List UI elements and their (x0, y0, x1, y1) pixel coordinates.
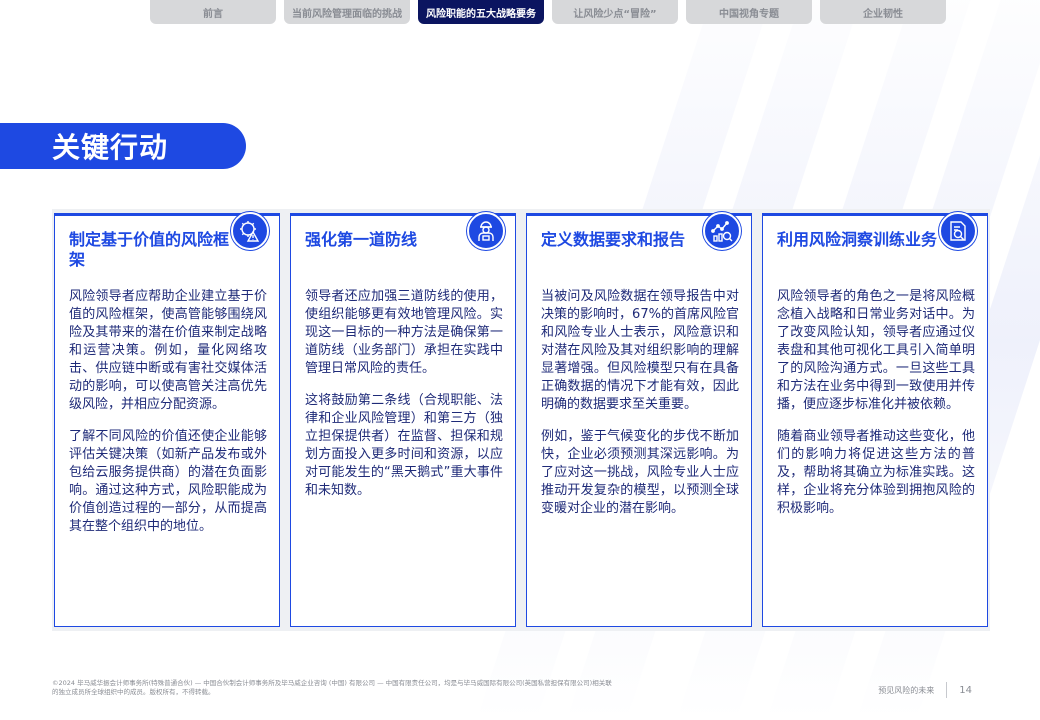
footer-page-info: 预见风险的未来 14 (878, 682, 972, 698)
card-paragraph: 领导者还应加强三道防线的使用，使组织能够更有效地管理风险。实现这一目标的一种方法… (305, 289, 503, 376)
card-first-line-of-defense: 强化第一道防线 领导者还应加强三道防线的使用，使组织能够更有效地管理风险。实现这… (290, 212, 516, 627)
section-heading: 关键行动 (52, 131, 169, 164)
card-value-based-framework: 制定基于价值的风险框架 风险领导者应帮助企业建立基于价值的风险框架，使高管能够围… (54, 212, 280, 627)
tab-current-challenges[interactable]: 当前风险管理面临的挑战 (284, 0, 410, 24)
card-paragraph: 风险领导者应帮助企业建立基于价值的风险框架，使高管能够围绕风险及其带来的潜在价值… (69, 289, 267, 412)
card-train-business-with-insights: 利用风险洞察训练业务 风险领导者的角色之一是将风险概念植入战略和日常业务对话中。… (762, 212, 988, 627)
card-title: 强化第一道防线 (305, 230, 418, 249)
tab-china-perspective[interactable]: 中国视角专题 (686, 0, 812, 24)
top-nav-tabs: 前言 当前风险管理面临的挑战 风险职能的五大战略要务 让风险少点“冒险” 中国视… (150, 0, 1000, 24)
key-actions-cards: 制定基于价值的风险框架 风险领导者应帮助企业建立基于价值的风险框架，使高管能够围… (52, 209, 990, 631)
page-number: 14 (959, 684, 972, 696)
document-search-icon (939, 212, 977, 250)
card-title: 利用风险洞察训练业务 (777, 230, 938, 249)
card-paragraph: 例如，鉴于气候变化的步伐不断加快，企业必须预测其深远影响。为了应对这一挑战，风险… (541, 429, 739, 516)
report-title: 预见风险的未来 (878, 685, 935, 695)
card-paragraph: 这将鼓励第二条线（合规职能、法律和企业风险管理）和第三方（独立担保提供者）在监督… (305, 393, 503, 498)
card-title: 制定基于价值的风险框架 (69, 230, 230, 269)
card-paragraph: 随着商业领导者推动这些变化，他们的影响力将促进这些方法的普及，帮助将其确立为标准… (777, 429, 975, 516)
card-data-requirements: 定义数据要求和报告 当被问及风险数据在领导报告中对决策的影响时，67%的首席风险… (526, 212, 752, 627)
card-paragraph: 了解不同风险的价值还使企业能够评估关键决策（如新产品发布或外包给云服务提供商）的… (69, 429, 267, 534)
footer-legal-text: ©2024 毕马威华振会计师事务所(特殊普通合伙) — 中国合伙制会计师事务所及… (52, 679, 612, 696)
data-chart-icon (703, 212, 741, 250)
card-paragraph: 风险领导者的角色之一是将风险概念植入战略和日常业务对话中。为了改变风险认知，领导… (777, 289, 975, 412)
tab-five-strategic-imperatives[interactable]: 风险职能的五大战略要务 (418, 0, 544, 24)
gear-warning-icon (231, 212, 269, 250)
footer-divider (946, 682, 948, 698)
tab-enterprise-resilience[interactable]: 企业韧性 (820, 0, 946, 24)
tab-less-risky[interactable]: 让风险少点“冒险” (552, 0, 678, 24)
card-paragraph: 当被问及风险数据在领导报告中对决策的影响时，67%的首席风险官和风险专业人士表示… (541, 289, 739, 412)
card-title: 定义数据要求和报告 (541, 230, 686, 249)
tab-preface[interactable]: 前言 (150, 0, 276, 24)
section-heading-banner: 关键行动 (0, 123, 246, 169)
worker-icon (467, 212, 505, 250)
